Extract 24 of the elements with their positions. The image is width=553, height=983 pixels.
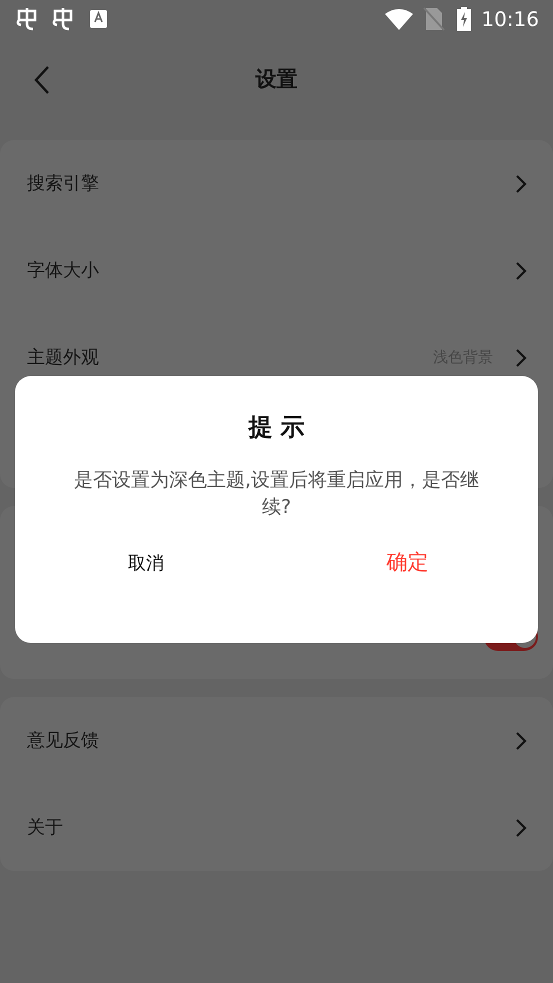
- battery-charging-icon: [457, 7, 472, 31]
- confirm-button[interactable]: 确定: [276, 541, 538, 585]
- chevron-right-icon: [515, 730, 527, 750]
- clock-time: 10:16: [481, 6, 539, 33]
- settings-row[interactable]: 搜索引擎: [0, 140, 553, 227]
- chevron-right-icon: [515, 260, 527, 280]
- dialog-title: 提 示: [248, 412, 305, 443]
- chevron-right-icon: [515, 174, 527, 194]
- row-label: 意见反馈: [27, 729, 100, 753]
- row-label: 字体大小: [27, 259, 100, 283]
- settings-row[interactable]: 字体大小: [0, 227, 553, 314]
- row-label: 关于: [27, 816, 64, 840]
- row-label: 主题外观: [27, 346, 100, 370]
- chevron-right-icon: [515, 348, 527, 368]
- keyboard-a-icon: [90, 10, 107, 28]
- row-label: 搜索引擎: [27, 172, 100, 196]
- chevron-right-icon: [515, 818, 527, 838]
- settings-row[interactable]: 意见反馈: [0, 697, 553, 784]
- settings-row[interactable]: 关于: [0, 784, 553, 871]
- dialog-message: 是否设置为深色主题,设置后将重启应用，是否继续?: [72, 468, 480, 520]
- wifi-icon: [385, 8, 414, 30]
- cancel-button[interactable]: 取消: [15, 541, 276, 585]
- no-sim-icon: [423, 7, 446, 31]
- page-title: 设置: [256, 66, 298, 94]
